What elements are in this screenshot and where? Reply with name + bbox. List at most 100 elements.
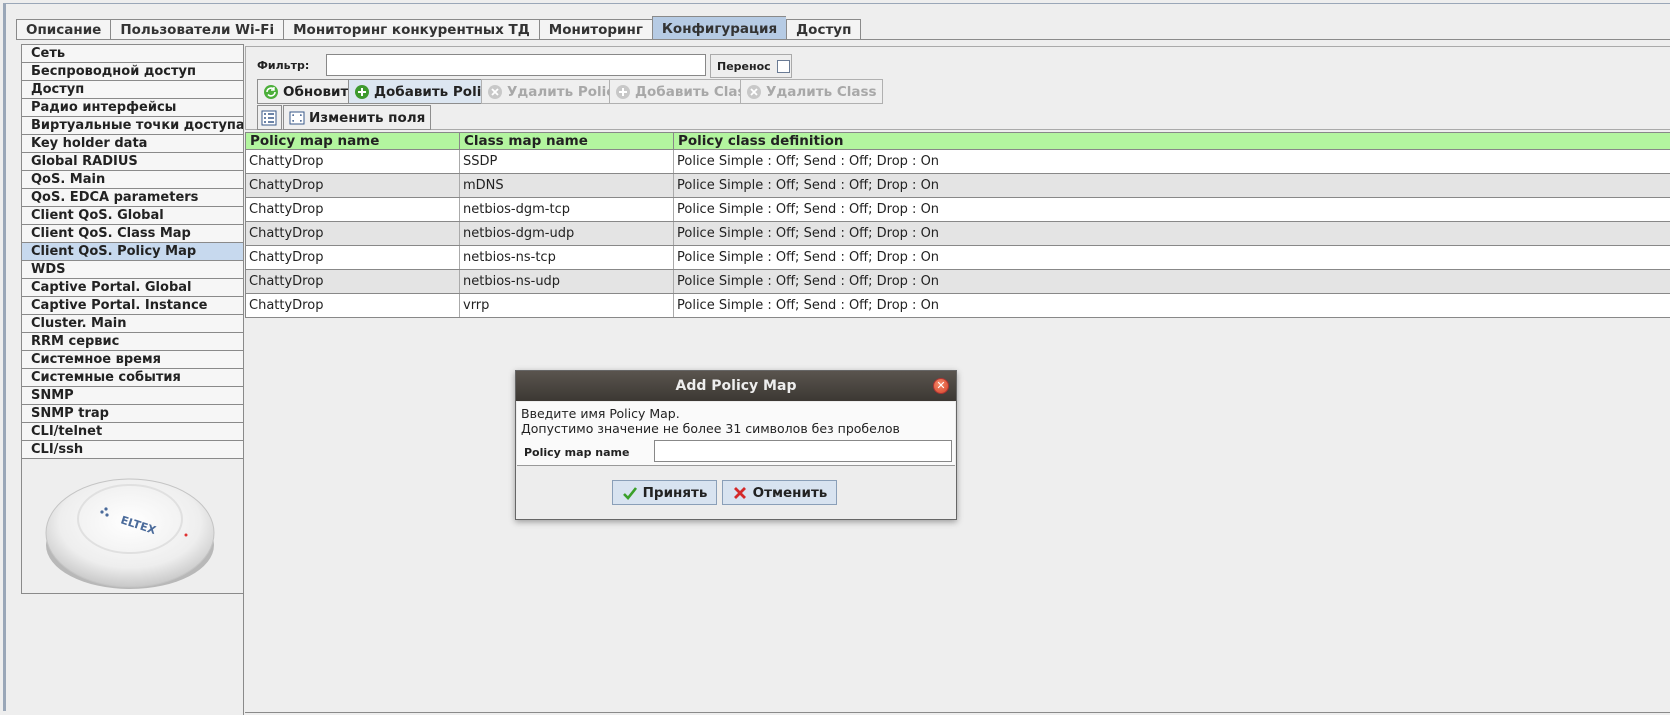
sidebar-item-key-holder[interactable]: Key holder data — [22, 135, 243, 153]
resize-icon — [289, 110, 305, 126]
cell-class-map-name: vrrp — [460, 294, 674, 317]
sidebar-item-snmp[interactable]: SNMP — [22, 387, 243, 405]
sidebar-item-client-qos-policy-map[interactable]: Client QoS. Policy Map — [22, 243, 243, 261]
sidebar-item-rrm-service[interactable]: RRM сервис — [22, 333, 243, 351]
refresh-label: Обновить — [283, 83, 357, 100]
remove-icon — [487, 84, 503, 100]
cell-policy-class-definition: Police Simple : Off; Send : Off; Drop : … — [677, 226, 940, 241]
add-class-button[interactable]: Добавить Class — [609, 79, 760, 104]
cancel-button[interactable]: Отменить — [722, 480, 837, 505]
dialog-body: Введите имя Policy Map. Допустимо значен… — [517, 402, 955, 466]
cell-policy-map-name: ChattyDrop — [246, 294, 460, 317]
cell-policy-class-definition: Police Simple : Off; Send : Off; Drop : … — [677, 154, 940, 169]
cell-class-map-name: SSDP — [460, 150, 674, 173]
app-window: Описание Пользователи Wi-Fi Мониторинг к… — [3, 3, 1670, 715]
tab-description[interactable]: Описание — [16, 19, 111, 40]
edit-fields-button[interactable]: Изменить поля — [283, 105, 432, 130]
sidebar-item-qos-main[interactable]: QoS. Main — [22, 171, 243, 189]
wrap-label: Перенос — [717, 59, 771, 73]
sidebar-item-global-radius[interactable]: Global RADIUS — [22, 153, 243, 171]
sidebar-item-cluster-main[interactable]: Cluster. Main — [22, 315, 243, 333]
tab-access[interactable]: Доступ — [786, 19, 862, 40]
filter-input[interactable] — [326, 54, 706, 76]
column-header-policy-class-definition[interactable]: Policy class definition — [674, 133, 1670, 149]
wrap-option[interactable]: Перенос — [710, 54, 792, 78]
sidebar-item-wireless-access[interactable]: Беспроводной доступ — [22, 63, 243, 81]
sidebar-item-cli-telnet[interactable]: CLI/telnet — [22, 423, 243, 441]
accept-button[interactable]: Принять — [612, 480, 717, 505]
cell-policy-class-definition: Police Simple : Off; Send : Off; Drop : … — [677, 274, 940, 289]
sidebar-item-system-time[interactable]: Системное время — [22, 351, 243, 369]
sidebar-item-wds[interactable]: WDS — [22, 261, 243, 279]
cell-policy-map-name: ChattyDrop — [246, 270, 460, 293]
column-header-class-map-name[interactable]: Class map name — [460, 133, 674, 149]
tab-monitoring[interactable]: Мониторинг — [538, 19, 652, 40]
table-row[interactable]: ChattyDrop vrrp Police Simple : Off; Sen… — [245, 294, 1670, 318]
sidebar-item-radio-interfaces[interactable]: Радио интерфейсы — [22, 99, 243, 117]
table-header: Policy map name Class map name Policy cl… — [245, 132, 1670, 150]
cell-class-map-name: netbios-dgm-tcp — [460, 198, 674, 221]
dialog-title: Add Policy Map — [675, 378, 797, 394]
cell-class-map-name: netbios-ns-udp — [460, 270, 674, 293]
toolbar: Фильтр: Перенос Обновить Добавить Policy — [245, 46, 1670, 130]
wrap-checkbox[interactable] — [776, 59, 790, 73]
device-image: ELTEX — [45, 478, 215, 589]
cancel-label: Отменить — [752, 484, 828, 501]
sidebar-item-snmp-trap[interactable]: SNMP trap — [22, 405, 243, 423]
cell-class-map-name: mDNS — [460, 174, 674, 197]
cell-policy-map-name: ChattyDrop — [246, 150, 460, 173]
splitter[interactable] — [243, 44, 244, 715]
sidebar-item-system-events[interactable]: Системные события — [22, 369, 243, 387]
policy-map-name-label: Policy map name — [524, 446, 630, 459]
sidebar-item-qos-edca[interactable]: QoS. EDCA parameters — [22, 189, 243, 207]
table-row[interactable]: ChattyDrop netbios-ns-udp Police Simple … — [245, 270, 1670, 294]
table-row[interactable]: ChattyDrop netbios-ns-tcp Police Simple … — [245, 246, 1670, 270]
close-icon[interactable]: ✕ — [933, 378, 949, 394]
sidebar-item-client-qos-global[interactable]: Client QoS. Global — [22, 207, 243, 225]
policy-map-table: Policy map name Class map name Policy cl… — [245, 132, 1670, 318]
dialog-instruction: Введите имя Policy Map. — [521, 406, 680, 421]
tab-competitor-monitoring[interactable]: Мониторинг конкурентных ТД — [283, 19, 539, 40]
sidebar-item-virtual-ap[interactable]: Виртуальные точки доступа — [22, 117, 245, 135]
sidebar: Сеть Беспроводной доступ Доступ Радио ин… — [21, 44, 245, 594]
refresh-icon — [263, 84, 279, 100]
cell-policy-map-name: ChattyDrop — [246, 222, 460, 245]
sidebar-item-captive-portal-global[interactable]: Captive Portal. Global — [22, 279, 243, 297]
dialog-title-bar[interactable]: Add Policy Map ✕ — [516, 371, 956, 401]
sidebar-item-access[interactable]: Доступ — [22, 81, 243, 99]
sidebar-item-cli-ssh[interactable]: CLI/ssh — [22, 441, 243, 459]
refresh-button[interactable]: Обновить — [257, 79, 363, 104]
delete-policy-button[interactable]: Удалить Policy — [481, 79, 630, 104]
column-header-policy-map-name[interactable]: Policy map name — [246, 133, 460, 149]
tab-wifi-users[interactable]: Пользователи Wi-Fi — [110, 19, 284, 40]
cross-icon — [732, 485, 748, 501]
sidebar-item-network[interactable]: Сеть — [22, 45, 243, 63]
tab-divider — [16, 39, 1670, 40]
delete-class-button[interactable]: Удалить Class — [740, 79, 883, 104]
cell-class-map-name: netbios-ns-tcp — [460, 246, 674, 269]
add-class-label: Добавить Class — [635, 83, 754, 100]
cell-policy-map-name: ChattyDrop — [246, 246, 460, 269]
add-policy-label: Добавить Policy — [374, 83, 499, 100]
table-row[interactable]: ChattyDrop SSDP Police Simple : Off; Sen… — [245, 150, 1670, 174]
main-panel: Фильтр: Перенос Обновить Добавить Policy — [245, 44, 1670, 715]
add-policy-map-dialog: Add Policy Map ✕ Введите имя Policy Map.… — [515, 370, 957, 520]
sidebar-item-client-qos-class-map[interactable]: Client QoS. Class Map — [22, 225, 243, 243]
column-settings-button[interactable] — [257, 105, 282, 130]
remove-icon — [746, 84, 762, 100]
cell-policy-class-definition: Police Simple : Off; Send : Off; Drop : … — [677, 178, 940, 193]
delete-policy-label: Удалить Policy — [507, 83, 624, 100]
accept-label: Принять — [642, 484, 708, 501]
sidebar-item-captive-portal-instance[interactable]: Captive Portal. Instance — [22, 297, 243, 315]
table-row[interactable]: ChattyDrop netbios-dgm-tcp Police Simple… — [245, 198, 1670, 222]
tab-configuration[interactable]: Конфигурация — [651, 16, 787, 40]
list-settings-icon — [261, 110, 277, 126]
cell-policy-map-name: ChattyDrop — [246, 174, 460, 197]
checkmark-icon — [622, 485, 638, 501]
table-row[interactable]: ChattyDrop mDNS Police Simple : Off; Sen… — [245, 174, 1670, 198]
add-icon — [354, 84, 370, 100]
main-tabs: Описание Пользователи Wi-Fi Мониторинг к… — [16, 16, 862, 40]
table-row[interactable]: ChattyDrop netbios-dgm-udp Police Simple… — [245, 222, 1670, 246]
add-icon — [615, 84, 631, 100]
policy-map-name-input[interactable] — [654, 440, 952, 462]
